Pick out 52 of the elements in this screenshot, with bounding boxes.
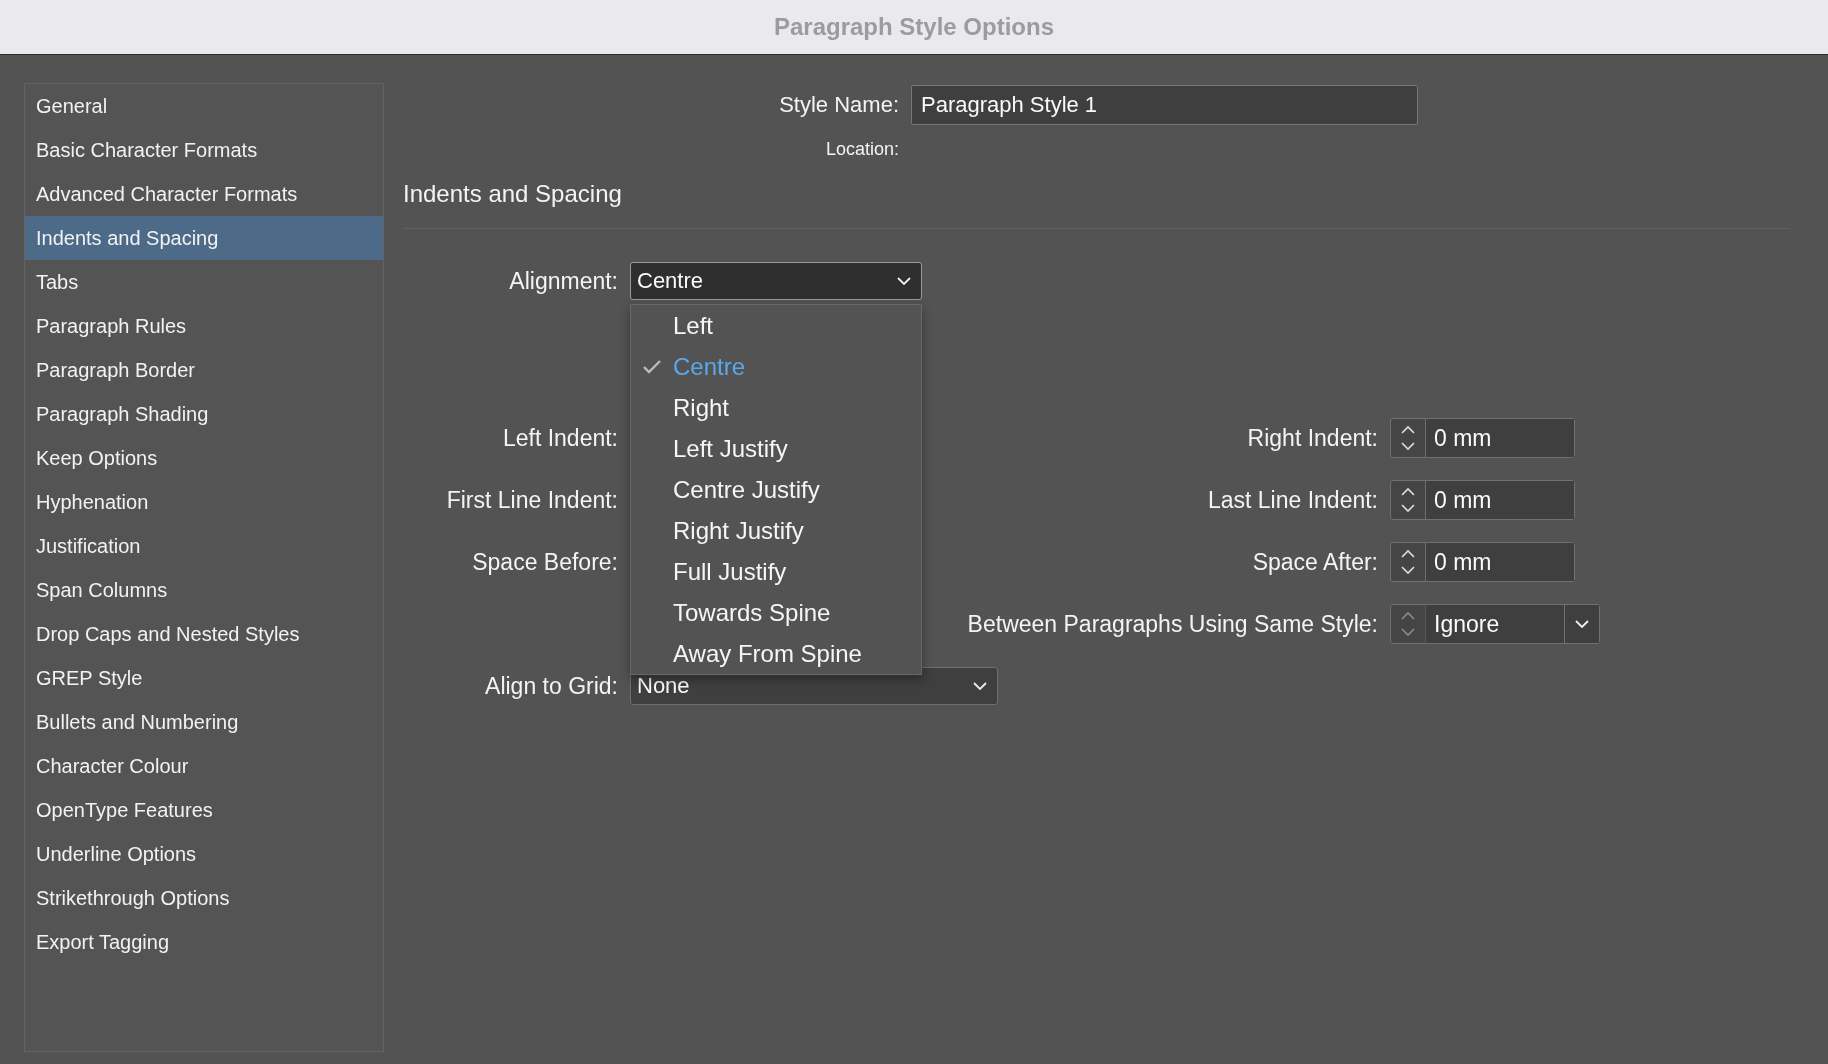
- sidebar-item[interactable]: Bullets and Numbering: [25, 700, 383, 744]
- location-label: Location:: [824, 139, 899, 160]
- menu-item[interactable]: Left: [631, 305, 921, 346]
- stepper-arrows-icon[interactable]: [1401, 549, 1415, 575]
- stepper-arrows-icon[interactable]: [1401, 487, 1415, 513]
- menu-item[interactable]: Right Justify: [631, 510, 921, 551]
- menu-item[interactable]: Right: [631, 387, 921, 428]
- alignment-dropdown[interactable]: Centre: [630, 262, 922, 300]
- field-label: Space After:: [1251, 548, 1378, 576]
- sidebar-item[interactable]: Drop Caps and Nested Styles: [25, 612, 383, 656]
- chevron-down-icon: [1575, 620, 1589, 628]
- sidebar-item[interactable]: Hyphenation: [25, 480, 383, 524]
- field-label: Right Indent:: [1246, 424, 1378, 452]
- sidebar-item[interactable]: Span Columns: [25, 568, 383, 612]
- sidebar-item[interactable]: Basic Character Formats: [25, 128, 383, 172]
- field-label: Between Paragraphs Using Same Style:: [966, 610, 1378, 638]
- alignment-label: Alignment:: [508, 267, 618, 295]
- spinner-field[interactable]: 0 mm: [1390, 542, 1575, 582]
- menu-item[interactable]: Full Justify: [631, 551, 921, 592]
- sidebar-item[interactable]: GREP Style: [25, 656, 383, 700]
- sidebar-item[interactable]: Tabs: [25, 260, 383, 304]
- sidebar-item[interactable]: Strikethrough Options: [25, 876, 383, 920]
- style-name-label: Style Name:: [778, 92, 899, 118]
- sidebar-item[interactable]: Paragraph Rules: [25, 304, 383, 348]
- field-label: Left Indent:: [501, 424, 618, 452]
- check-icon: [642, 358, 662, 375]
- chevron-down-icon: [897, 277, 911, 285]
- chevron-down-icon: [973, 682, 987, 690]
- sidebar-item[interactable]: Justification: [25, 524, 383, 568]
- sidebar-item[interactable]: Indents and Spacing: [25, 216, 383, 260]
- window-title: Paragraph Style Options: [773, 13, 1055, 41]
- sidebar-item[interactable]: Paragraph Border: [25, 348, 383, 392]
- spinner-field[interactable]: 0 mm: [1390, 480, 1575, 520]
- field-label: First Line Indent:: [445, 486, 618, 514]
- align-to-grid-label: Align to Grid:: [484, 672, 618, 700]
- sidebar-item[interactable]: Underline Options: [25, 832, 383, 876]
- section-title: Indents and Spacing: [403, 180, 623, 208]
- stepper-arrows-icon[interactable]: [1401, 425, 1415, 451]
- sidebar-item[interactable]: Advanced Character Formats: [25, 172, 383, 216]
- field-label: Last Line Indent:: [1206, 486, 1378, 514]
- sidebar-item[interactable]: OpenType Features: [25, 788, 383, 832]
- menu-item[interactable]: Left Justify: [631, 428, 921, 469]
- sidebar-item[interactable]: Keep Options: [25, 436, 383, 480]
- sidebar-item[interactable]: General: [25, 84, 383, 128]
- menu-item[interactable]: Centre Justify: [631, 469, 921, 510]
- spinner-field[interactable]: 0 mm: [1390, 418, 1575, 458]
- menu-item[interactable]: Towards Spine: [631, 592, 921, 633]
- sidebar-item[interactable]: Paragraph Shading: [25, 392, 383, 436]
- field-label: Space Before:: [471, 548, 618, 576]
- style-name-field[interactable]: Paragraph Style 1: [911, 85, 1418, 125]
- sidebar-item[interactable]: Export Tagging: [25, 920, 383, 964]
- sidebar-item[interactable]: Character Colour: [25, 744, 383, 788]
